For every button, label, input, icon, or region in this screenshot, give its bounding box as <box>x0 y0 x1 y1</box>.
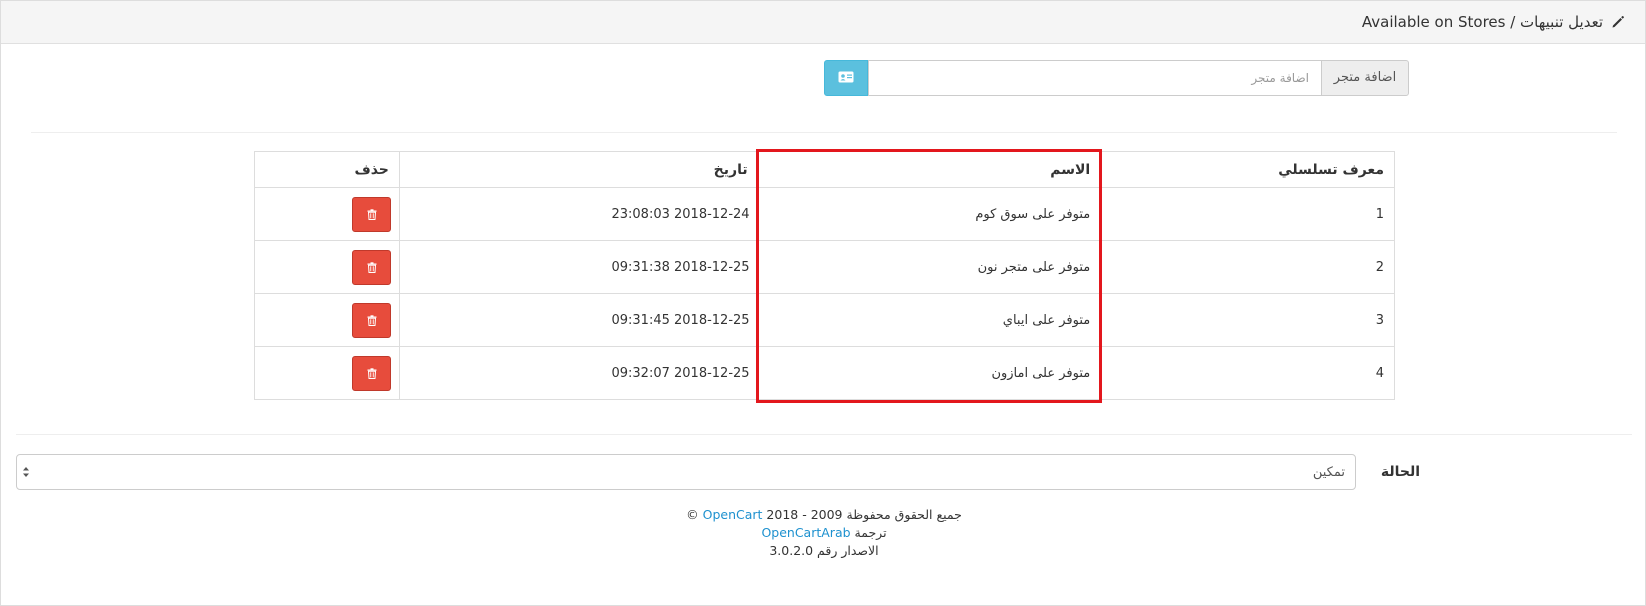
trash-icon <box>367 261 377 273</box>
trash-icon <box>367 208 377 220</box>
column-header-date: تاريخ <box>398 151 759 188</box>
table-row: 3 متوفر على ايباي 2018-12-25 09:31:45 <box>254 293 1395 347</box>
column-header-id: معرف تسلسلي <box>1100 151 1395 188</box>
row-delete-cell <box>254 187 400 241</box>
column-header-delete: حذف <box>254 151 400 188</box>
add-store-label: اضافة متجر <box>1321 60 1409 96</box>
pencil-icon <box>1611 15 1625 29</box>
status-select[interactable]: تمكين <box>16 454 1356 490</box>
row-id: 4 <box>1100 346 1395 400</box>
table-row: 2 متوفر على متجر نون 2018-12-25 09:31:38 <box>254 240 1395 294</box>
status-label: الحالة <box>1380 464 1420 480</box>
add-store-button[interactable] <box>824 60 868 96</box>
delete-button[interactable] <box>351 355 391 391</box>
footer-version: الاصدار رقم 3.0.2.0 <box>769 543 879 558</box>
opencart-link[interactable]: OpenCart <box>703 507 763 522</box>
row-delete-cell <box>254 293 400 347</box>
panel-heading: تعديل تنبيهات / Available on Stores <box>1 1 1645 44</box>
row-id: 3 <box>1100 293 1395 347</box>
add-store-input[interactable] <box>868 60 1321 96</box>
row-delete-cell <box>254 240 400 294</box>
row-delete-cell <box>254 346 400 400</box>
trash-icon <box>367 314 377 326</box>
status-selected-value: تمكين <box>1312 465 1345 480</box>
trash-icon <box>367 367 377 379</box>
row-name: متوفر على امازون <box>757 346 1102 400</box>
row-name: متوفر على سوق كوم <box>757 187 1102 241</box>
row-name: متوفر على ايباي <box>757 293 1102 347</box>
page-title-text: تعديل تنبيهات / Available on Stores <box>1361 13 1603 31</box>
translation-prefix: ترجمة <box>850 525 887 540</box>
opencartarab-link[interactable]: OpenCartArab <box>761 525 850 540</box>
divider <box>16 434 1632 435</box>
id-card-icon <box>838 71 854 86</box>
footer-translation: ترجمة OpenCartArab <box>1 524 1646 542</box>
copyright-suffix: جميع الحقوق محفوظة <box>846 507 962 522</box>
column-header-name: الاسم <box>757 151 1102 188</box>
stores-table: معرف تسلسلي الاسم تاريخ حذف 1 متوفر على … <box>254 151 1395 400</box>
panel: تعديل تنبيهات / Available on Stores اضاف… <box>0 0 1646 606</box>
footer: جميع الحقوق محفوظة OpenCart 2018 - 2009 … <box>1 506 1646 560</box>
table-header-row: معرف تسلسلي الاسم تاريخ حذف <box>254 151 1395 188</box>
table-row: 4 متوفر على امازون 2018-12-25 09:32:07 <box>254 346 1395 400</box>
row-id: 1 <box>1100 187 1395 241</box>
table-row: 1 متوفر على سوق كوم 2018-12-24 23:08:03 <box>254 187 1395 241</box>
row-date: 2018-12-25 09:31:38 <box>398 240 759 294</box>
row-name: متوفر على متجر نون <box>757 240 1102 294</box>
delete-button[interactable] <box>351 302 391 338</box>
delete-button[interactable] <box>351 249 391 285</box>
add-store-group: اضافة متجر <box>824 60 1409 96</box>
select-arrows-icon <box>22 465 30 479</box>
row-date: 2018-12-25 09:32:07 <box>398 346 759 400</box>
divider <box>31 132 1617 133</box>
footer-copyright: جميع الحقوق محفوظة OpenCart 2018 - 2009 … <box>1 506 1646 524</box>
row-date: 2018-12-24 23:08:03 <box>398 187 759 241</box>
row-date: 2018-12-25 09:31:45 <box>398 293 759 347</box>
page-title: تعديل تنبيهات / Available on Stores <box>1362 13 1625 31</box>
row-id: 2 <box>1100 240 1395 294</box>
delete-button[interactable] <box>351 196 391 232</box>
